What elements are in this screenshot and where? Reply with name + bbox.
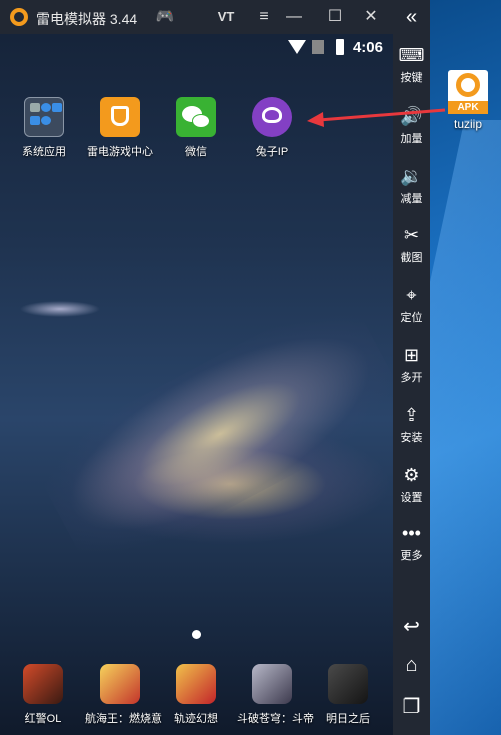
desktop-shortcut-tuziip[interactable]: APK tuziip — [446, 70, 490, 131]
sidebar-item-label: 更多 — [400, 550, 423, 562]
sidebar-item-label: 按键 — [400, 72, 423, 84]
app-label: 雷电游戏中心 — [87, 146, 153, 158]
app-system-apps[interactable]: 系统应用 — [9, 97, 79, 159]
close-icon[interactable]: ✕ — [360, 6, 382, 28]
scissors-icon: ✂ — [403, 225, 420, 245]
emulator-sidebar: « ⌨ 按键 🔊 加量 🔉 减量 ✂ 截图 ⌖ 定位 ⊞ 多开 ⇪ 安装 ⚙ 设… — [393, 0, 430, 735]
collapse-sidebar-icon[interactable]: « — [393, 6, 430, 29]
sidebar-item-label: 定位 — [400, 312, 423, 324]
app-label: 系统应用 — [22, 146, 66, 158]
leidian-logo-icon — [10, 8, 28, 26]
app-label: 红警OL — [24, 713, 62, 725]
maximize-icon[interactable]: ☐ — [324, 6, 346, 28]
apk-badge: APK — [448, 101, 488, 114]
app-wechat[interactable]: 微信 — [161, 97, 231, 159]
sidebar-item-more[interactable]: ••• 更多 — [393, 522, 430, 563]
volume-up-icon: 🔊 — [400, 106, 423, 126]
wallpaper-galaxy — [28, 287, 393, 581]
sidebar-item-install[interactable]: ⇪ 安装 — [393, 404, 430, 445]
wechat-icon — [176, 97, 216, 137]
sidebar-item-keymap[interactable]: ⌨ 按键 — [393, 44, 430, 85]
dock-app[interactable]: 航海王：燃烧意 — [85, 664, 162, 726]
wifi-icon — [288, 40, 306, 54]
game-icon — [23, 664, 63, 704]
dock-app[interactable]: 明日之后 — [313, 664, 383, 726]
android-home-screen[interactable]: 4:06 系统应用 雷电游戏中心 微信 兔子IP 红警OL 航海王：燃烧意 轨迹… — [0, 34, 393, 735]
game-icon — [176, 664, 216, 704]
apk-file-icon: APK — [448, 70, 488, 114]
game-icon — [328, 664, 368, 704]
app-label: 航海王：燃烧意 — [85, 713, 162, 725]
status-time: 4:06 — [352, 39, 383, 56]
app-tuzi-ip[interactable]: 兔子IP — [237, 97, 307, 159]
home-icon[interactable]: ⌂ — [393, 654, 430, 677]
battery-icon — [336, 39, 344, 55]
system-apps-folder-icon — [24, 97, 64, 137]
sidebar-item-multi-instance[interactable]: ⊞ 多开 — [393, 344, 430, 385]
back-icon[interactable]: ↩ — [393, 614, 430, 639]
app-leidian-game-center[interactable]: 雷电游戏中心 — [85, 97, 155, 159]
sidebar-item-label: 加量 — [400, 133, 423, 145]
sidebar-item-label: 多开 — [400, 372, 423, 384]
menu-icon[interactable]: ≡ — [253, 6, 275, 28]
leidian-game-center-icon — [100, 97, 140, 137]
tuzi-ip-icon — [252, 97, 292, 137]
app-label: 斗破苍穹：斗帝 — [237, 713, 314, 725]
game-icon — [100, 664, 140, 704]
sidebar-item-settings[interactable]: ⚙ 设置 — [393, 464, 430, 505]
recent-apps-icon[interactable]: ❐ — [393, 694, 430, 719]
gear-icon: ⚙ — [403, 465, 420, 485]
volume-down-icon: 🔉 — [400, 166, 423, 186]
more-dots-icon: ••• — [402, 523, 421, 543]
sidebar-item-location[interactable]: ⌖ 定位 — [393, 284, 430, 325]
app-label: 轨迹幻想 — [174, 713, 218, 725]
sidebar-item-label: 减量 — [400, 193, 423, 205]
no-sim-icon — [312, 40, 324, 54]
sidebar-item-label: 截图 — [400, 252, 423, 264]
desktop-shortcut-label: tuziip — [453, 117, 482, 131]
sidebar-item-volume-up[interactable]: 🔊 加量 — [393, 105, 430, 146]
app-label: 微信 — [185, 146, 207, 158]
gamepad-icon[interactable]: 🎮 — [154, 6, 176, 28]
window-title: 雷电模拟器 3.44 — [36, 11, 138, 27]
location-pin-icon: ⌖ — [406, 285, 417, 305]
game-icon — [252, 664, 292, 704]
app-label: 明日之后 — [326, 713, 370, 725]
keyboard-icon: ⌨ — [398, 45, 425, 65]
install-apk-icon: ⇪ — [403, 405, 420, 425]
emulator-title-bar: 雷电模拟器 3.44 🎮 VT ≡ — ☐ ✕ — [0, 0, 393, 34]
minimize-icon[interactable]: — — [283, 6, 305, 28]
sidebar-item-screenshot[interactable]: ✂ 截图 — [393, 224, 430, 265]
multi-instance-icon: ⊞ — [403, 345, 420, 365]
dock-app[interactable]: 轨迹幻想 — [161, 664, 231, 726]
page-indicator-dot — [192, 630, 201, 639]
dock-app[interactable]: 红警OL — [8, 664, 78, 726]
sidebar-item-volume-down[interactable]: 🔉 减量 — [393, 165, 430, 206]
dock-app[interactable]: 斗破苍穹：斗帝 — [237, 664, 314, 726]
sidebar-item-label: 安装 — [400, 432, 423, 444]
vt-indicator: VT — [217, 9, 235, 24]
app-label: 兔子IP — [255, 146, 289, 158]
sidebar-item-label: 设置 — [400, 492, 423, 504]
